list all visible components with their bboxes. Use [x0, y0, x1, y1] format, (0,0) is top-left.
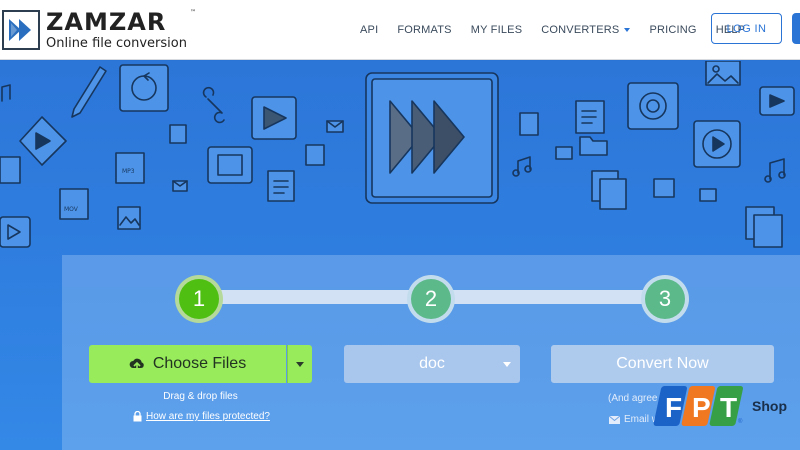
fpt-letter-f: F — [665, 392, 682, 423]
nav-formats[interactable]: FORMATS — [397, 24, 451, 36]
brand-tagline: Online file conversion — [46, 36, 187, 51]
lock-icon — [133, 411, 142, 422]
wrench-icon — [202, 86, 225, 124]
choose-files-label: Choose Files — [152, 355, 247, 372]
envelope-icon — [609, 415, 620, 424]
refresh-circle-icon — [627, 82, 679, 130]
brand-name: ZAMZAR ™ — [46, 8, 197, 36]
svg-text:MOV: MOV — [64, 206, 79, 213]
step-1-indicator: 1 — [179, 279, 219, 319]
site-header: ZAMZAR ™ Online file conversion API FORMA… — [0, 0, 800, 60]
chevron-down-icon — [503, 362, 511, 367]
puzzle-icon — [653, 178, 675, 198]
doodle-background: MP3 MOV — [0, 61, 795, 248]
fpt-letter-t: T — [720, 392, 737, 423]
film-icon — [207, 146, 253, 184]
small-folder-right-icon — [555, 146, 573, 160]
video-file-icon — [251, 96, 297, 140]
terms-agree-text: (And agree — [608, 393, 658, 404]
fpt-registered-mark: ® — [738, 418, 743, 425]
music-note-icon — [1, 84, 11, 102]
nav-converters-label: CONVERTERS — [541, 24, 620, 36]
play-box-icon — [0, 216, 31, 248]
document-lines-icon — [575, 100, 605, 134]
svg-text:MP3: MP3 — [122, 168, 135, 175]
fast-forward-arrows-icon — [365, 72, 499, 204]
mov-file-icon: MOV — [59, 188, 89, 220]
refresh-icon — [119, 64, 169, 112]
choose-files-source-dropdown[interactable] — [287, 345, 312, 383]
zamzar-play-arrows-icon — [2, 10, 40, 50]
music-right-icon — [764, 158, 786, 183]
zamzar-logo[interactable]: ZAMZAR ™ Online file conversion — [0, 6, 197, 54]
signup-button-edge[interactable] — [792, 13, 800, 44]
main-nav: API FORMATS MY FILES CONVERTERS PRICING … — [360, 0, 764, 60]
nav-converters[interactable]: CONVERTERS — [541, 24, 631, 36]
fpt-shop-watermark-logo: F P T ® Shop — [653, 386, 787, 426]
drag-drop-hint: Drag & drop files — [163, 391, 238, 402]
video-right-icon — [759, 86, 795, 116]
play-diamond-icon — [19, 116, 67, 166]
small-tag-icon — [699, 188, 717, 202]
choose-files-button[interactable]: Choose Files — [89, 345, 286, 383]
envelope-small-icon — [172, 180, 188, 192]
mp3-file-icon: MP3 — [115, 152, 145, 184]
upload-cloud-icon — [129, 358, 144, 371]
image-right-icon — [705, 61, 741, 86]
play-circle-icon — [693, 120, 741, 168]
files-stack-icon — [591, 170, 627, 210]
pencil-icon — [71, 66, 107, 118]
nav-pricing[interactable]: PRICING — [649, 24, 696, 36]
chevron-down-icon — [624, 28, 631, 32]
email-icon — [326, 120, 344, 133]
nav-api[interactable]: API — [360, 24, 378, 36]
doc-icon — [267, 170, 295, 202]
file-icon — [519, 112, 539, 136]
music-file-icon — [169, 124, 187, 144]
files-protected-link[interactable]: How are my files protected? — [133, 411, 270, 422]
files-protected-label: How are my files protected? — [146, 411, 270, 422]
step-3-indicator: 3 — [645, 279, 685, 319]
step-2-indicator: 2 — [411, 279, 451, 319]
music-note-right-icon — [512, 156, 532, 177]
film-small-icon — [305, 144, 325, 166]
tag-icon — [0, 156, 21, 184]
convert-now-button[interactable]: Convert Now — [551, 345, 774, 383]
folder-icon — [579, 136, 608, 156]
fpt-shop-label: Shop — [752, 398, 787, 414]
format-select[interactable]: doc — [344, 345, 520, 383]
format-selected-value: doc — [419, 355, 445, 372]
login-button[interactable]: LOG IN — [711, 13, 782, 44]
image-icon — [117, 206, 141, 230]
clipboard-icon — [745, 206, 783, 248]
caret-down-icon — [296, 361, 304, 367]
nav-my-files[interactable]: MY FILES — [471, 24, 523, 36]
fpt-letter-p: P — [692, 392, 711, 423]
